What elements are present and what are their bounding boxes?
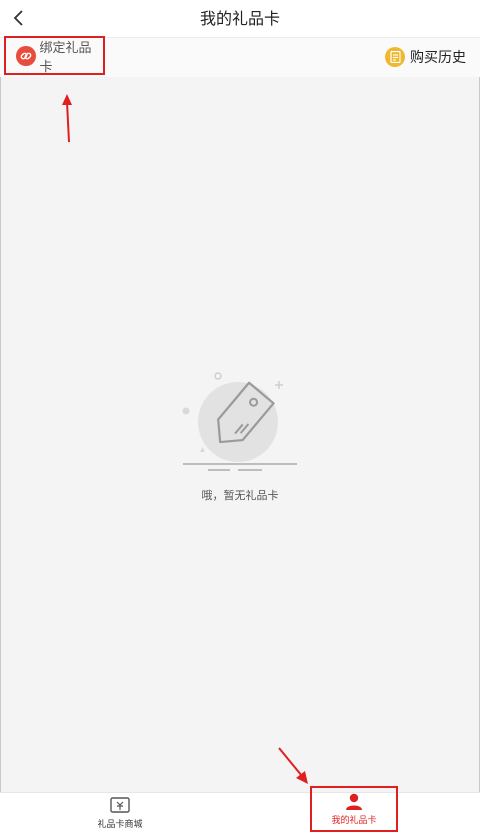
page-title: 我的礼品卡 — [199, 9, 280, 28]
top-nav-bar: 我的礼品卡 — [0, 0, 480, 38]
bind-gift-card-label: 绑定礼品卡 — [39, 40, 92, 75]
tab-gift-card-store[interactable]: 礼品卡商城 — [50, 793, 190, 834]
link-icon — [16, 45, 36, 66]
annotation-arrow-down-icon — [278, 747, 308, 784]
bottom-tab-bar: 礼品卡商城 我的礼品卡 — [0, 786, 480, 834]
receipt-icon — [385, 47, 405, 67]
tag-icon — [182, 372, 297, 471]
empty-state-illustration — [180, 368, 300, 473]
tab-my-gift-cards[interactable]: 我的礼品卡 — [310, 786, 398, 832]
bind-gift-card-button[interactable]: 绑定礼品卡 — [4, 36, 105, 75]
tab-my-gift-cards-label: 我的礼品卡 — [331, 815, 377, 826]
gift-card-store-icon — [110, 797, 130, 813]
tab-gift-card-store-label: 礼品卡商城 — [97, 820, 143, 830]
user-icon — [346, 793, 362, 810]
purchase-history-label: 购买历史 — [410, 50, 466, 66]
purchase-history-button[interactable]: 购买历史 — [385, 45, 466, 69]
annotation-arrow-up-icon — [62, 94, 72, 143]
empty-state-message: 哦，暂无礼品卡 — [201, 489, 279, 502]
